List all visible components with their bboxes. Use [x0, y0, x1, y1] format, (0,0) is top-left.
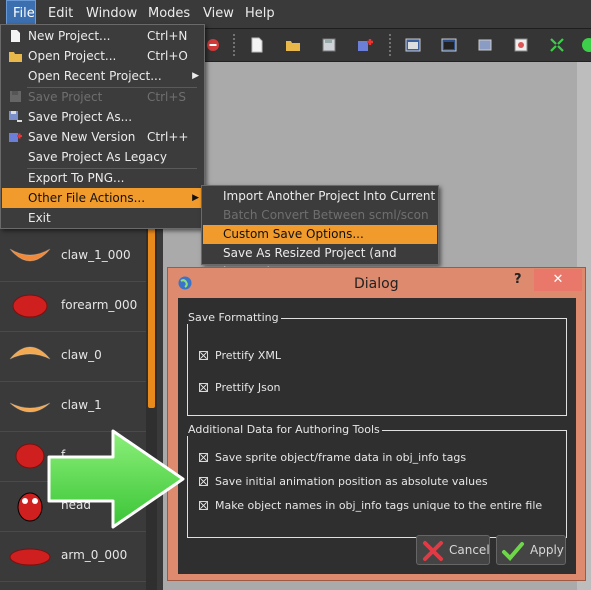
- new-page-icon[interactable]: [248, 36, 266, 54]
- menu-item-other-file-actions[interactable]: Other File Actions... ▶: [2, 188, 203, 208]
- sprite-label: forearm_000: [61, 298, 138, 312]
- custom-save-options-dialog: Dialog ? ✕ Save Formatting Prettify XML …: [167, 267, 586, 581]
- submenu-arrow-icon: ▶: [192, 71, 199, 81]
- menu-item-save-project[interactable]: Save Project Ctrl+S: [2, 87, 203, 107]
- authoring-data-group: Additional Data for Authoring Tools Save…: [186, 423, 567, 538]
- checkbox-label: Save sprite object/frame data in obj_inf…: [215, 451, 467, 464]
- stop-icon[interactable]: [204, 36, 222, 54]
- sprite-label: claw_1_000: [61, 248, 131, 262]
- fit-arrows-icon[interactable]: [548, 36, 566, 54]
- dialog-body: Save Formatting Prettify XML Prettify Js…: [178, 298, 576, 574]
- menu-item-save-as-legacy[interactable]: Save Project As Legacy: [2, 147, 203, 167]
- submenu-arrow-icon: ▶: [192, 193, 199, 203]
- checkbox-label: Prettify XML: [215, 349, 282, 362]
- cancel-x-icon: [423, 541, 443, 561]
- claw-sprite-icon: [9, 402, 51, 413]
- sprite-row[interactable]: claw_1: [0, 381, 146, 432]
- menu-item-export-png[interactable]: Export To PNG...: [2, 168, 203, 188]
- menu-item-new-project[interactable]: New Project... Ctrl+N: [2, 26, 203, 46]
- checked-box-icon[interactable]: [199, 383, 208, 392]
- submenu-item-batch-convert[interactable]: Batch Convert Between scml/scon: [203, 206, 437, 225]
- annotation-arrow-icon: [47, 429, 185, 529]
- save-version-icon: [9, 133, 22, 142]
- menu-item-open-recent[interactable]: Open Recent Project... ▶: [2, 66, 203, 86]
- checked-box-icon[interactable]: [199, 501, 208, 510]
- folder-icon: [9, 52, 22, 62]
- submenu-item-import-project[interactable]: Import Another Project Into Current: [203, 187, 437, 206]
- save-formatting-group: Save Formatting Prettify XML Prettify Js…: [186, 311, 567, 416]
- save-disk-icon: [10, 91, 21, 102]
- other-file-actions-submenu: Import Another Project Into Current Batc…: [201, 185, 439, 279]
- checkbox-label: Save initial animation position as absol…: [215, 475, 488, 488]
- menu-item-exit[interactable]: Exit: [2, 208, 203, 228]
- claw-sprite-icon: [9, 248, 51, 262]
- window-icon[interactable]: [404, 36, 422, 54]
- open-folder-icon[interactable]: [284, 36, 302, 54]
- close-button[interactable]: ✕: [534, 269, 582, 291]
- arm-sprite-icon: [9, 548, 51, 566]
- menu-help[interactable]: Help: [245, 0, 275, 28]
- toolbar-grip[interactable]: [232, 33, 236, 57]
- green-dot-icon[interactable]: [580, 36, 591, 54]
- menu-view[interactable]: View: [203, 0, 234, 28]
- save-as-icon: [9, 111, 22, 122]
- group-title: Additional Data for Authoring Tools: [186, 423, 382, 436]
- panel-icon[interactable]: [476, 36, 494, 54]
- toolbar-grip-2[interactable]: [388, 33, 392, 57]
- apply-button[interactable]: Apply: [496, 535, 566, 565]
- file-menu: New Project... Ctrl+N Open Project... Ctrl…: [0, 24, 205, 229]
- menu-item-open-project[interactable]: Open Project... Ctrl+O: [2, 46, 203, 66]
- sprite-row[interactable]: claw_1_000: [0, 231, 146, 282]
- dialog-title: Dialog: [354, 276, 399, 292]
- submenu-item-custom-save-options[interactable]: Custom Save Options...: [203, 225, 437, 244]
- submenu-item-save-resized[interactable]: Save As Resized Project (and images): [203, 244, 437, 279]
- forearm-sprite-icon: [12, 294, 48, 318]
- menu-item-save-project-as[interactable]: Save Project As...: [2, 107, 203, 127]
- checkbox-label: Prettify Json: [215, 381, 281, 394]
- sprite-label: claw_1: [61, 398, 102, 412]
- sprite-label: claw_0: [61, 348, 102, 362]
- help-button[interactable]: ?: [514, 272, 522, 287]
- checkbox-label: Make object names in obj_info tags uniqu…: [215, 499, 543, 512]
- claw-sprite-icon: [9, 346, 51, 360]
- sprite-label: arm_0_000: [61, 548, 128, 562]
- palette-icon[interactable]: [512, 36, 530, 54]
- save-disk-icon[interactable]: [320, 36, 338, 54]
- new-page-icon: [11, 30, 20, 42]
- checked-box-icon[interactable]: [199, 477, 208, 486]
- sprite-row[interactable]: forearm_000: [0, 281, 146, 332]
- sprite-row[interactable]: arm_0_000: [0, 531, 146, 582]
- checked-box-icon[interactable]: [199, 453, 208, 462]
- cancel-button[interactable]: Cancel: [416, 535, 490, 565]
- group-title: Save Formatting: [186, 311, 281, 324]
- sprite-row[interactable]: claw_0: [0, 331, 146, 382]
- checked-box-icon[interactable]: [199, 351, 208, 360]
- dark-window-icon[interactable]: [440, 36, 458, 54]
- menu-item-save-new-version[interactable]: Save New Version Ctrl++: [2, 127, 203, 147]
- apply-check-icon: [502, 542, 524, 561]
- globe-app-icon: [178, 276, 192, 290]
- save-version-icon[interactable]: [356, 36, 374, 54]
